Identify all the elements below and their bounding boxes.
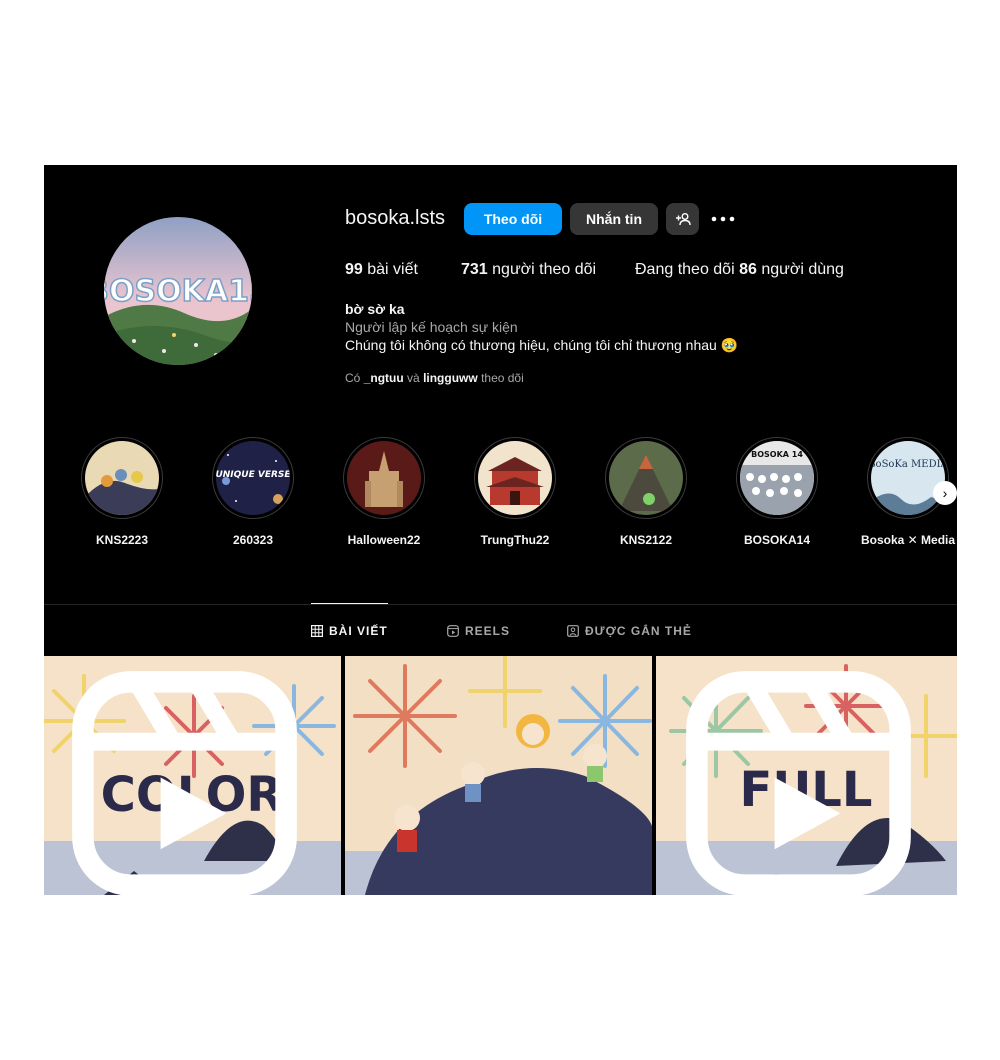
highlight-label: KNS2223 xyxy=(95,533,149,547)
followers-label: người theo dõi xyxy=(492,261,597,278)
tagged-icon xyxy=(567,625,579,637)
followed-by-user-2[interactable]: lingguww xyxy=(423,371,478,385)
post-tile[interactable]: COLOR xyxy=(44,656,341,895)
following-stat[interactable]: Đang theo dõi 86 người dùng xyxy=(635,261,844,279)
highlight-cover xyxy=(343,437,425,519)
highlight-cover-text: BOSOKA 14 xyxy=(751,450,803,459)
followed-by-note[interactable]: Có _ngtuu và lingguww theo dõi xyxy=(345,371,524,385)
highlight-cover xyxy=(605,437,687,519)
post-tile[interactable] xyxy=(345,656,652,895)
profile-avatar[interactable]: BOSOKA15 xyxy=(104,217,252,365)
followers-count: 731 xyxy=(461,261,488,278)
avatar-logo-text: BOSOKA15 xyxy=(104,274,252,309)
followed-by-and: và xyxy=(407,371,420,385)
highlight-cover xyxy=(81,437,163,519)
highlight-cover-text: UNIQUE VERSE xyxy=(216,470,290,480)
highlight-260323[interactable]: UNIQUE VERSE 260323 xyxy=(203,437,303,547)
add-person-icon xyxy=(675,213,691,226)
followed-by-suffix: theo dõi xyxy=(481,371,524,385)
highlight-halloween22[interactable]: Halloween22 xyxy=(334,437,434,547)
following-label: người dùng xyxy=(761,261,844,278)
highlight-cover: BoSoKa MEDIA xyxy=(867,437,949,519)
highlights-next-button[interactable]: › xyxy=(933,481,957,505)
highlight-cover-text: BoSoKa MEDIA xyxy=(871,459,945,470)
reels-icon xyxy=(447,625,459,637)
chevron-right-icon: › xyxy=(942,485,948,501)
posts-stat: 99 bài viết xyxy=(345,261,418,279)
tabs-divider xyxy=(44,604,957,605)
active-tab-indicator xyxy=(311,603,388,604)
more-icon xyxy=(711,216,735,222)
highlight-label: TrungThu22 xyxy=(480,533,550,547)
highlight-cover: UNIQUE VERSE xyxy=(212,437,294,519)
followed-by-prefix: Có xyxy=(345,371,361,385)
tab-reels[interactable]: REELS xyxy=(447,624,510,638)
highlight-kns2223[interactable]: KNS2223 xyxy=(72,437,172,547)
followed-by-user-1[interactable]: _ngtuu xyxy=(364,371,404,385)
following-count: 86 xyxy=(739,261,757,278)
bio-display-name: bờ sờ ka xyxy=(345,301,405,317)
following-prefix: Đang theo dõi xyxy=(635,261,735,278)
tab-label: BÀI VIẾT xyxy=(329,624,388,638)
tab-tagged[interactable]: ĐƯỢC GẮN THẺ xyxy=(567,624,692,638)
more-options-button[interactable] xyxy=(708,203,738,235)
highlight-bosoka14[interactable]: BOSOKA 14 BOSOKA14 xyxy=(727,437,827,547)
reels-icon xyxy=(72,671,297,895)
highlight-cover: BOSOKA 14 xyxy=(736,437,818,519)
profile-page: BOSOKA15 bosoka.lsts Theo dõi Nhắn tin 9… xyxy=(44,165,957,895)
highlight-cover xyxy=(474,437,556,519)
highlight-kns2122[interactable]: KNS2122 xyxy=(596,437,696,547)
tab-label: ĐƯỢC GẮN THẺ xyxy=(585,624,692,638)
highlight-label: 260323 xyxy=(232,533,274,547)
highlight-label: Bosoka ✕ Media xyxy=(860,533,956,547)
posts-count: 99 xyxy=(345,261,363,278)
highlight-label: KNS2122 xyxy=(619,533,673,547)
message-button[interactable]: Nhắn tin xyxy=(570,203,658,235)
highlight-label: BOSOKA14 xyxy=(743,533,811,547)
grid-icon xyxy=(311,625,323,637)
tab-label: REELS xyxy=(465,624,511,638)
profile-username: bosoka.lsts xyxy=(345,207,446,229)
suggest-users-button[interactable] xyxy=(666,203,699,235)
follow-button[interactable]: Theo dõi xyxy=(464,203,562,235)
bio-text: Chúng tôi không có thương hiệu, chúng tô… xyxy=(345,337,739,353)
posts-label: bài viết xyxy=(367,261,418,278)
followers-stat[interactable]: 731 người theo dõi xyxy=(461,261,596,279)
highlight-label: Halloween22 xyxy=(347,533,421,547)
post-tile[interactable]: FULL xyxy=(656,656,957,895)
reels-icon xyxy=(686,671,911,895)
bio-category: Người lập kế hoạch sự kiện xyxy=(345,319,518,335)
tab-posts[interactable]: BÀI VIẾT xyxy=(311,624,388,638)
highlight-trungthu22[interactable]: TrungThu22 xyxy=(465,437,565,547)
